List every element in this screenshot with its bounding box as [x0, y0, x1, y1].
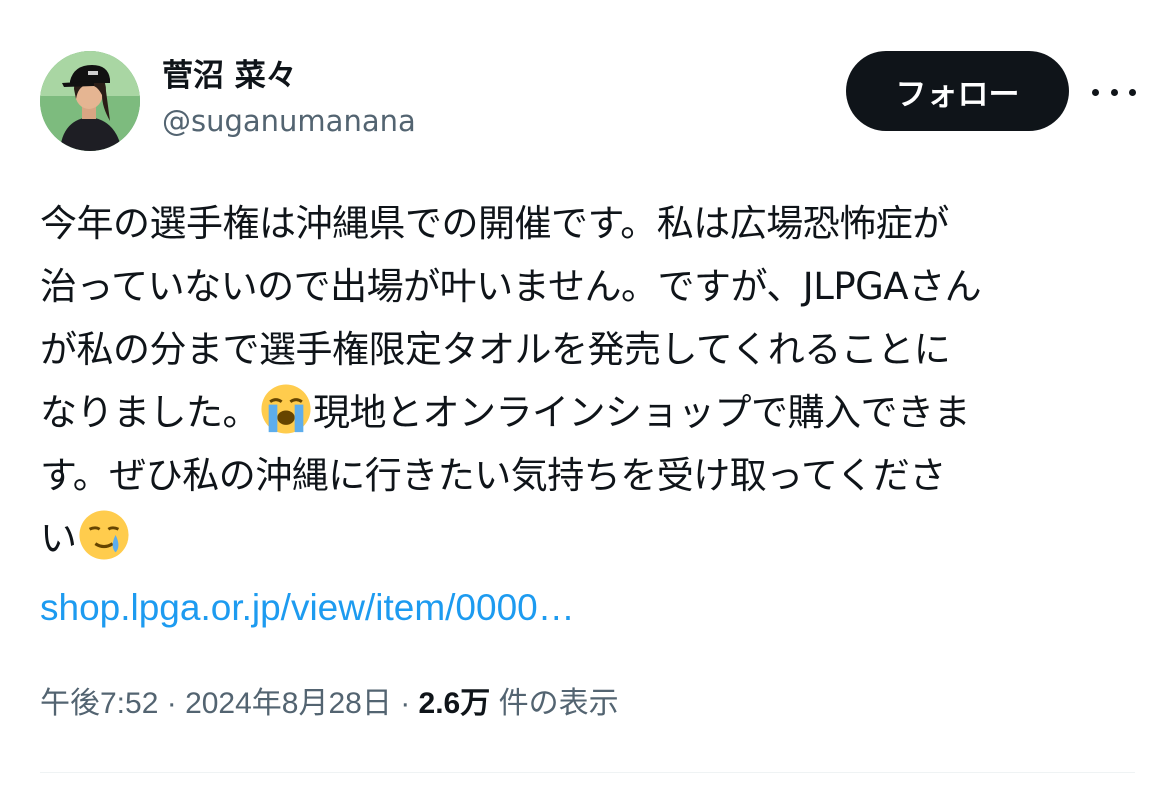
more-horizontal-icon[interactable]: [1092, 78, 1136, 106]
more-dot: [1110, 88, 1118, 96]
tweet-line: 治っていないので出場が叶いません。ですが、JLPGAさん: [40, 265, 982, 308]
meta-separator: ·: [158, 687, 186, 720]
views-count[interactable]: 2.6万: [419, 687, 491, 720]
tweet-text: 今年の選手権は沖縄県での開催です。私は広場恐怖症が 治っていないので出場が叶いま…: [40, 192, 1140, 570]
tweet-line-segment: い: [40, 517, 77, 560]
author-display-name[interactable]: 菅沼 菜々: [162, 56, 416, 96]
more-dot: [1092, 88, 1099, 96]
tweet-line-4: なりました。 現地とオンラインショップで購入できま: [40, 381, 1140, 444]
avatar[interactable]: [40, 51, 140, 151]
more-dot: [1129, 88, 1136, 96]
tweet-time[interactable]: 午後7:52: [40, 687, 158, 720]
tweet-link[interactable]: shop.lpga.or.jp/view/item/0000…: [40, 580, 575, 636]
author-handle[interactable]: @suganumanana: [162, 101, 416, 141]
tweet-meta: 午後7:52 · 2024年8月28日 · 2.6万 件の表示: [40, 684, 619, 724]
tweet: 菅沼 菜々 @suganumanana フォロー 今年の選手権は沖縄県での開催で…: [0, 0, 1171, 799]
views-label: 件の表示: [490, 687, 619, 720]
divider: [40, 772, 1135, 773]
author-info: 菅沼 菜々 @suganumanana: [162, 56, 416, 141]
meta-separator: ·: [391, 687, 419, 720]
tweet-line: 今年の選手権は沖縄県での開催です。私は広場恐怖症が: [40, 202, 949, 245]
tweet-line-segment: なりました。: [40, 391, 260, 434]
tweet-date[interactable]: 2024年8月28日: [185, 687, 392, 720]
follow-button[interactable]: フォロー: [846, 51, 1069, 131]
tweet-line: す。ぜひ私の沖縄に行きたい気持ちを受け取ってくださ: [40, 454, 946, 497]
avatar-image: [40, 51, 140, 151]
face-holding-back-tears-emoji: [78, 510, 129, 560]
loudly-crying-face-emoji: [261, 384, 311, 434]
tweet-line-segment: 現地とオンラインショップで購入できま: [313, 391, 971, 434]
tweet-line-7: い: [40, 507, 1140, 570]
tweet-line: が私の分まで選手権限定タオルを発売してくれることに: [40, 328, 951, 371]
